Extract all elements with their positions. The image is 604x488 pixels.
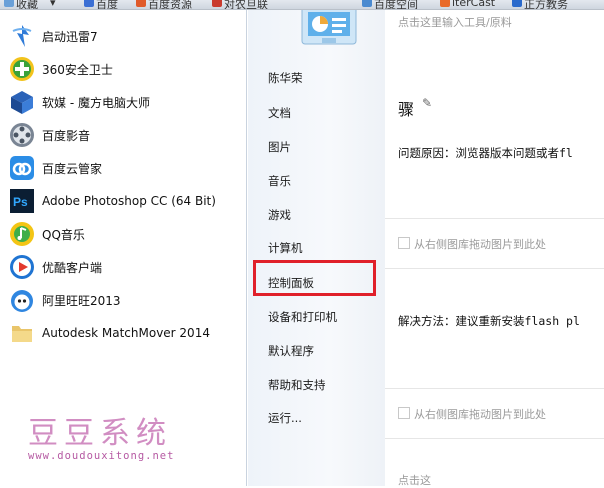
bookmark-favorites[interactable]: 收藏 [16, 0, 38, 9]
bookmark-item-3[interactable]: 对农旦联 [224, 0, 268, 9]
menu-item-devices-printers[interactable]: 设备和打印机 [268, 309, 337, 325]
bookmark-academic[interactable]: 正方教务 [524, 0, 568, 9]
background-webpage: 点击这里输入工具/原料 骤 ✎ 问题原因：浏览器版本问题或者fl 从右侧图库拖动… [384, 10, 604, 487]
program-item-baidu-cloud[interactable]: 百度云管家 [8, 153, 244, 183]
divider [384, 438, 604, 439]
program-item-thunder[interactable]: 启动迅雷7 [8, 21, 244, 51]
itercast-icon [440, 0, 450, 7]
program-label: 启动迅雷7 [42, 29, 98, 44]
menu-item-help-support[interactable]: 帮助和支持 [268, 377, 326, 393]
photoshop-icon: Ps [8, 187, 36, 215]
menu-item-documents[interactable]: 文档 [268, 105, 291, 121]
image-icon [398, 237, 410, 249]
image-drop-zone-1[interactable]: 从右侧图库拖动图片到此处 [398, 236, 546, 252]
program-item-rubik[interactable]: 软媒 - 魔方电脑大师 [8, 87, 244, 117]
step-text-1: 问题原因：浏览器版本问题或者fl [398, 146, 573, 160]
divider [384, 268, 604, 269]
program-label: Autodesk MatchMover 2014 [42, 326, 210, 340]
menu-item-computer[interactable]: 计算机 [268, 240, 303, 256]
program-label: 百度云管家 [42, 161, 103, 176]
baidu-player-icon [8, 121, 36, 149]
tools-placeholder: 点击这里输入工具/原料 [398, 16, 512, 29]
bookmark-icon [212, 0, 222, 7]
rubik-cube-icon [8, 88, 36, 116]
baidu-icon [84, 0, 94, 7]
image-icon [398, 407, 410, 419]
start-menu: 启动迅雷7 360安全卫士 软媒 - 魔方电脑大师 百度影音 百度云管家 Ps … [0, 5, 385, 486]
watermark: 豆豆系统 www.doudouxitong.net [28, 408, 174, 462]
aliwangwang-icon [8, 286, 36, 314]
program-label: 软媒 - 魔方电脑大师 [42, 95, 150, 110]
bookmark-icon [512, 0, 522, 7]
baidu-resource-icon [136, 0, 146, 7]
folder-icon [8, 319, 36, 347]
svg-text:Ps: Ps [13, 195, 28, 209]
divider [384, 218, 604, 219]
program-item-360[interactable]: 360安全卫士 [8, 54, 244, 84]
program-label: 阿里旺旺2013 [42, 293, 121, 308]
user-picture[interactable] [298, 5, 360, 46]
program-item-matchmover[interactable]: Autodesk MatchMover 2014 [8, 318, 244, 348]
program-label: Adobe Photoshop CC (64 Bit) [42, 194, 216, 208]
watermark-title: 豆豆系统 [28, 416, 172, 451]
menu-item-user-folder[interactable]: 陈华荣 [268, 70, 303, 86]
divider [384, 388, 604, 389]
system-links-pane: 陈华荣 文档 图片 音乐 游戏 计算机 控制面板 设备和打印机 默认程序 帮助和… [247, 10, 385, 486]
menu-item-games[interactable]: 游戏 [268, 207, 291, 223]
chevron-down-icon[interactable]: ▾ [50, 0, 56, 9]
bookmark-itercast[interactable]: iterCast [452, 0, 495, 9]
section-heading: 骤 [398, 100, 415, 119]
drop-zone-label: 从右侧图库拖动图片到此处 [414, 408, 546, 421]
drop-zone-label: 从右侧图库拖动图片到此处 [414, 238, 546, 251]
baidu-cloud-icon [8, 154, 36, 182]
star-icon [4, 0, 14, 7]
bookmark-icon [362, 0, 372, 7]
menu-item-default-programs[interactable]: 默认程序 [268, 343, 314, 359]
program-item-qq-music[interactable]: QQ音乐 [8, 219, 244, 249]
bookmark-baidu[interactable]: 百度 [96, 0, 118, 9]
program-item-photoshop[interactable]: Ps Adobe Photoshop CC (64 Bit) [8, 186, 244, 216]
program-label: QQ音乐 [42, 227, 85, 242]
program-item-baidu-player[interactable]: 百度影音 [8, 120, 244, 150]
program-label: 百度影音 [42, 128, 91, 143]
menu-item-run[interactable]: 运行... [268, 410, 302, 426]
youku-icon [8, 253, 36, 281]
image-drop-zone-2[interactable]: 从右侧图库拖动图片到此处 [398, 406, 546, 422]
step-text-2: 解决方法：建议重新安装flash pl [398, 314, 580, 328]
control-panel-highlight-box [253, 260, 376, 296]
program-item-aliwangwang[interactable]: 阿里旺旺2013 [8, 285, 244, 315]
menu-item-pictures[interactable]: 图片 [268, 139, 291, 155]
program-item-youku[interactable]: 优酷客户端 [8, 252, 244, 282]
qq-music-icon [8, 220, 36, 248]
360-safeguard-icon [8, 55, 36, 83]
bookmark-baidu-resource[interactable]: 百度资源 [148, 0, 192, 9]
bookmark-baidu-space[interactable]: 百度空间 [374, 0, 418, 9]
pencil-icon[interactable]: ✎ [422, 96, 432, 110]
bookmarks-bar: 收藏 ▾ 百度 百度资源 对农旦联 百度空间 iterCast 正方教务 [0, 0, 604, 10]
programs-pane: 启动迅雷7 360安全卫士 软媒 - 魔方电脑大师 百度影音 百度云管家 Ps … [0, 10, 247, 486]
menu-item-music[interactable]: 音乐 [268, 173, 291, 189]
program-label: 360安全卫士 [42, 62, 113, 77]
thunder-icon [8, 22, 36, 50]
program-label: 优酷客户端 [42, 260, 103, 275]
